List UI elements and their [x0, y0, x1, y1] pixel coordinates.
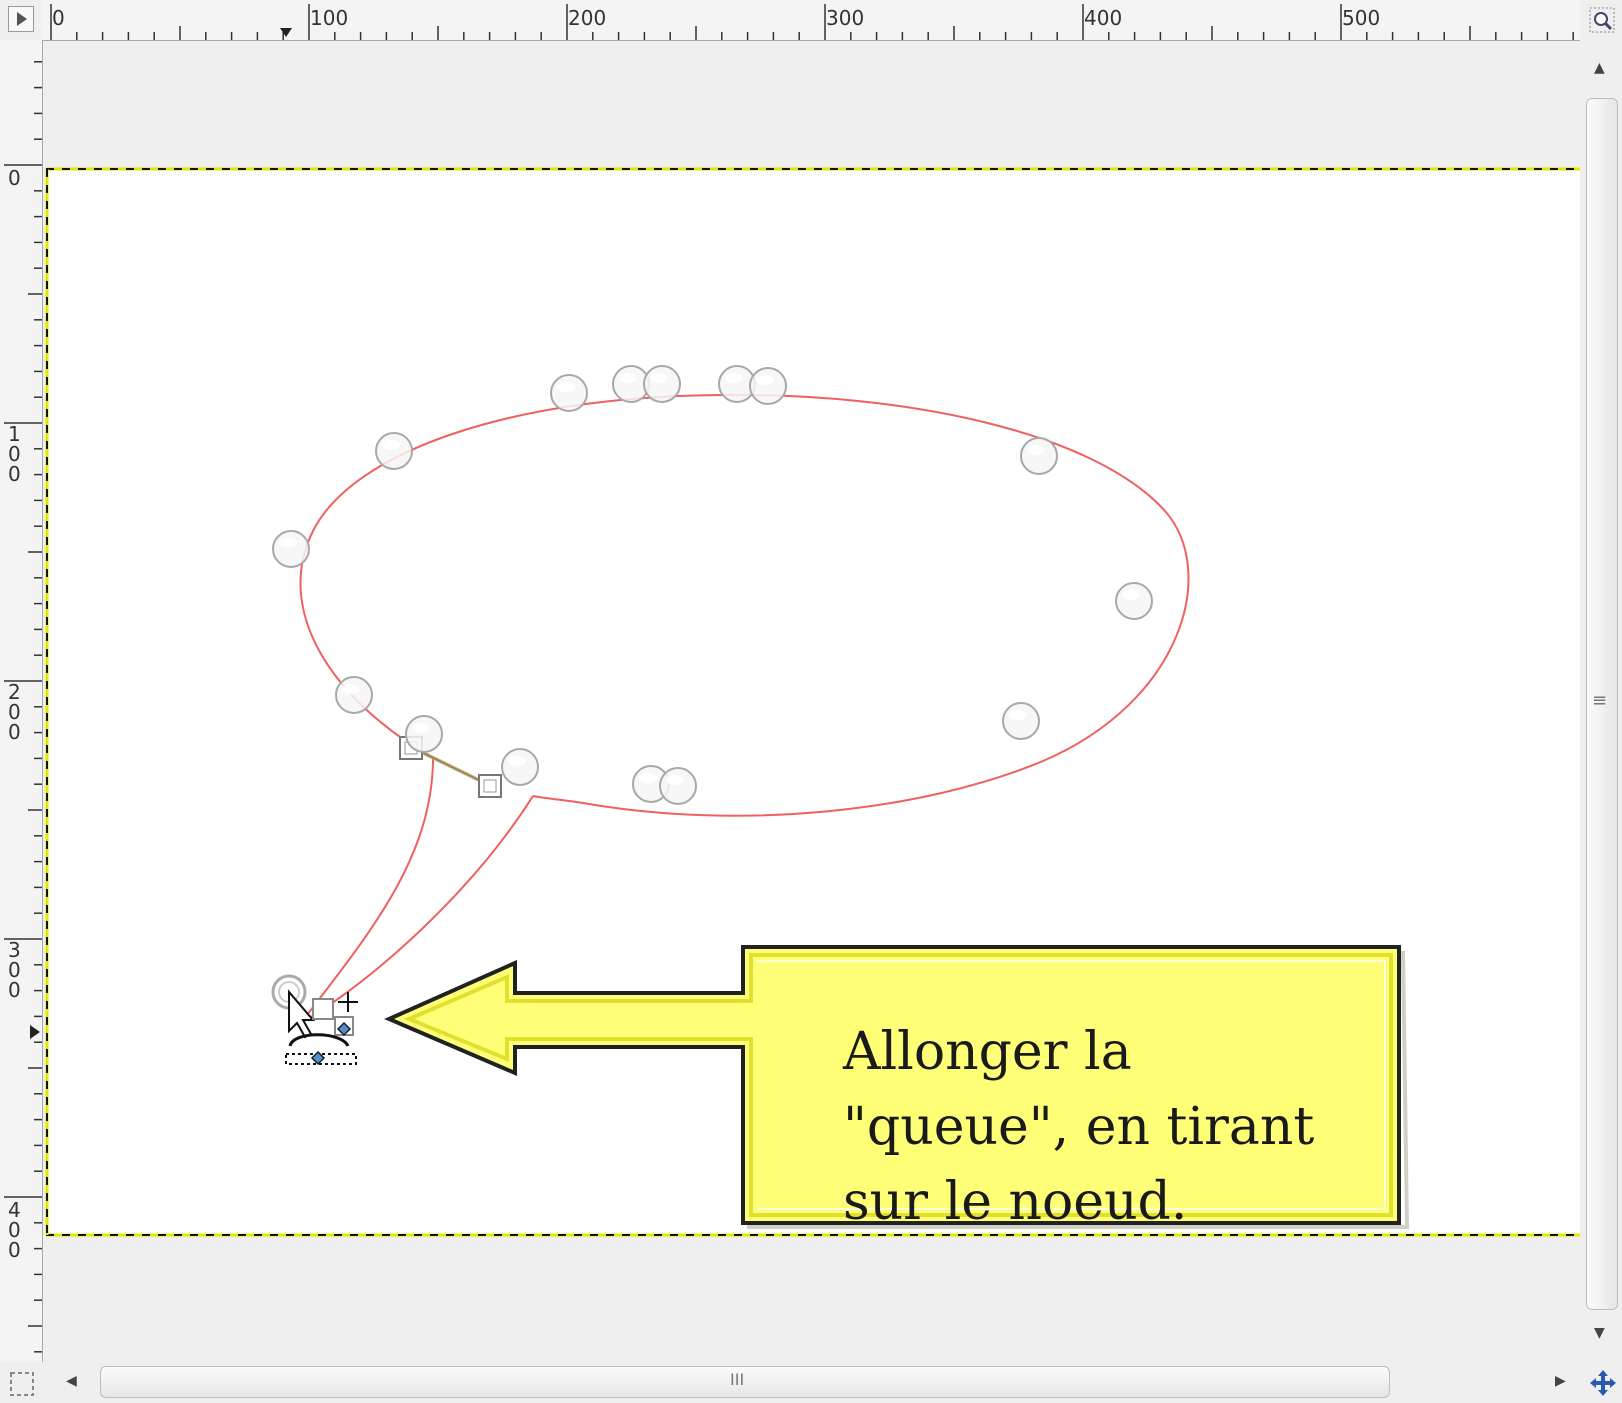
vertical-scroll-grip: ≡ — [1592, 690, 1608, 711]
zoom-icon[interactable] — [1588, 6, 1616, 34]
scroll-up-button[interactable]: ▲ — [1594, 60, 1605, 76]
vruler-label-200: 200 — [8, 680, 21, 744]
path-anchor — [272, 530, 310, 568]
path-anchor — [1002, 702, 1040, 740]
vruler-label-300: 300 — [8, 938, 21, 1002]
path-anchor — [335, 676, 373, 714]
vruler-label-0: 0 — [8, 166, 21, 190]
vruler-label-100: 100 — [8, 422, 21, 486]
triangle-right-icon — [17, 12, 27, 26]
path-anchor — [1020, 437, 1058, 475]
ruler-label-400: 400 — [1084, 6, 1123, 30]
path-anchor — [643, 365, 681, 403]
callout-text: Allonger la "queue", en tirant sur le no… — [843, 1022, 1315, 1232]
path-anchor — [1115, 582, 1153, 620]
ruler-label-200: 200 — [568, 6, 607, 30]
pointer-marker-icon — [30, 1025, 40, 1039]
ruler-label-0: 0 — [52, 6, 65, 30]
navigate-icon[interactable] — [1588, 1368, 1618, 1398]
quick-mask-icon[interactable] — [8, 1370, 36, 1398]
ruler-label-100: 100 — [310, 6, 349, 30]
vruler-label-400: 400 — [8, 1198, 21, 1262]
path-anchor — [375, 432, 413, 470]
horizontal-scroll-thumb[interactable] — [100, 1366, 1390, 1398]
ruler-label-500: 500 — [1342, 6, 1381, 30]
horizontal-ruler[interactable]: 0 100 200 300 400 500 — [42, 0, 1580, 41]
path-anchor — [659, 767, 697, 805]
handle-square-2 — [478, 774, 502, 798]
path-anchor — [405, 715, 443, 753]
ruler-toggle-button[interactable] — [8, 6, 34, 32]
vertical-ruler[interactable]: 0 100 200 300 400 — [0, 40, 43, 1362]
path-anchor — [501, 748, 539, 786]
horizontal-scroll-grip: III — [730, 1370, 745, 1389]
path-anchor — [550, 374, 588, 412]
path-anchor — [749, 367, 787, 405]
pointer-marker-icon — [280, 28, 292, 37]
ruler-label-300: 300 — [826, 6, 865, 30]
scroll-left-button[interactable]: ◀ — [66, 1373, 77, 1389]
scroll-down-button[interactable]: ▼ — [1594, 1325, 1605, 1341]
scroll-right-button[interactable]: ▶ — [1555, 1373, 1566, 1389]
